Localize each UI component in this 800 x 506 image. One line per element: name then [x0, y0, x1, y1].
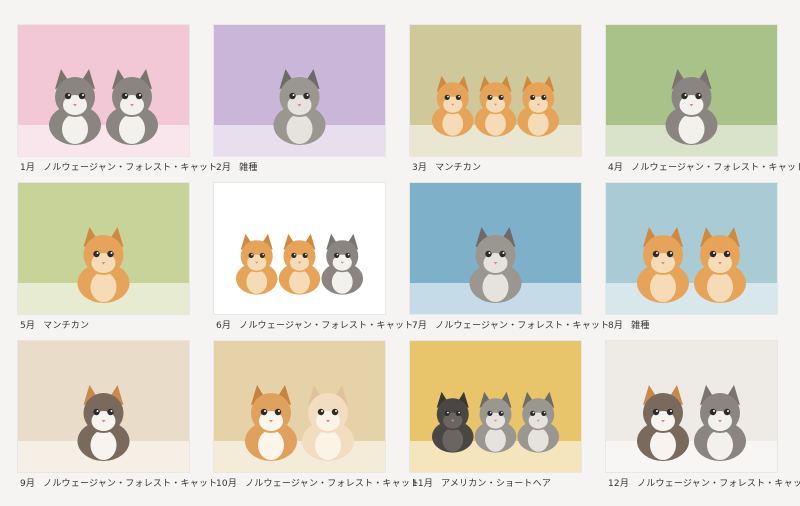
cat-illustration: [410, 25, 581, 156]
cat-illustration: [214, 341, 385, 472]
month-label: 3月: [412, 163, 428, 173]
breed-label: 雑種: [631, 321, 650, 331]
cat-illustration: [410, 183, 581, 314]
photo-caption: 4月 ノルウェージャン・フォレスト・キャット: [608, 160, 800, 173]
cat-illustration: [18, 341, 189, 472]
month-label: 10月: [216, 479, 238, 489]
photo-caption: 3月 マンチカン: [412, 160, 481, 173]
cat-photo: [410, 183, 581, 314]
month-label: 12月: [608, 479, 630, 489]
month-label: 6月: [216, 321, 232, 331]
cat-illustration: [606, 183, 777, 314]
cat-illustration: [606, 341, 777, 472]
cat-illustration: [18, 25, 189, 156]
photo-caption: 11月 アメリカン・ショートヘア: [412, 476, 551, 489]
month-label: 1月: [20, 163, 36, 173]
breed-label: マンチカン: [43, 321, 90, 331]
photo-caption: 9月 ノルウェージャン・フォレスト・キャット: [20, 476, 217, 489]
cat-illustration: [214, 183, 385, 314]
breed-label: ノルウェージャン・フォレスト・キャット: [637, 479, 800, 489]
photo-caption: 10月 ノルウェージャン・フォレスト・キャット: [216, 476, 419, 489]
month-cell: 8月 雑種: [606, 183, 777, 341]
month-cell: 7月 ノルウェージャン・フォレスト・キャット: [410, 183, 609, 341]
breed-label: マンチカン: [435, 163, 482, 173]
month-cell: 12月 ノルウェージャン・フォレスト・キャット: [606, 341, 800, 499]
cat-photo: [18, 25, 189, 156]
month-label: 11月: [412, 479, 434, 489]
breed-label: ノルウェージャン・フォレスト・キャット: [239, 321, 414, 331]
month-label: 9月: [20, 479, 36, 489]
cat-photo: [214, 341, 385, 472]
photo-caption: 5月 マンチカン: [20, 318, 89, 331]
breed-label: ノルウェージャン・フォレスト・キャット: [435, 321, 610, 331]
breed-label: ノルウェージャン・フォレスト・キャット: [245, 479, 420, 489]
month-label: 7月: [412, 321, 428, 331]
breed-label: アメリカン・ショートヘア: [441, 479, 552, 489]
month-cell: 9月 ノルウェージャン・フォレスト・キャット: [18, 341, 217, 499]
cat-illustration: [606, 25, 777, 156]
photo-caption: 7月 ノルウェージャン・フォレスト・キャット: [412, 318, 609, 331]
month-cell: 4月 ノルウェージャン・フォレスト・キャット: [606, 25, 800, 183]
breed-label: 雑種: [239, 163, 258, 173]
photo-caption: 1月 ノルウェージャン・フォレスト・キャット: [20, 160, 217, 173]
breed-label: ノルウェージャン・フォレスト・キャット: [43, 163, 218, 173]
month-cell: 10月 ノルウェージャン・フォレスト・キャット: [214, 341, 419, 499]
cat-photo: [18, 341, 189, 472]
month-cell: 2月 雑種: [214, 25, 385, 183]
cat-illustration: [410, 341, 581, 472]
month-label: 8月: [608, 321, 624, 331]
calendar-grid: 1月 ノルウェージャン・フォレスト・キャット 2月 雑種 3月 マンチカン 4月 ノルウ…: [18, 25, 800, 499]
cat-photo: [214, 25, 385, 156]
cat-photo: [18, 183, 189, 314]
breed-label: ノルウェージャン・フォレスト・キャット: [43, 479, 218, 489]
month-cell: 6月 ノルウェージャン・フォレスト・キャット: [214, 183, 413, 341]
photo-caption: 2月 雑種: [216, 160, 258, 173]
cat-photo: [410, 341, 581, 472]
month-label: 4月: [608, 163, 624, 173]
month-cell: 11月 アメリカン・ショートヘア: [410, 341, 581, 499]
cat-illustration: [18, 183, 189, 314]
breed-label: ノルウェージャン・フォレスト・キャット: [631, 163, 800, 173]
cat-photo: [214, 183, 385, 314]
photo-caption: 6月 ノルウェージャン・フォレスト・キャット: [216, 318, 413, 331]
cat-photo: [410, 25, 581, 156]
month-label: 5月: [20, 321, 36, 331]
cat-illustration: [214, 25, 385, 156]
month-cell: 3月 マンチカン: [410, 25, 581, 183]
cat-photo: [606, 25, 777, 156]
photo-caption: 12月 ノルウェージャン・フォレスト・キャット: [608, 476, 800, 489]
month-cell: 5月 マンチカン: [18, 183, 189, 341]
photo-caption: 8月 雑種: [608, 318, 650, 331]
month-cell: 1月 ノルウェージャン・フォレスト・キャット: [18, 25, 217, 183]
month-label: 2月: [216, 163, 232, 173]
cat-photo: [606, 341, 777, 472]
cat-photo: [606, 183, 777, 314]
